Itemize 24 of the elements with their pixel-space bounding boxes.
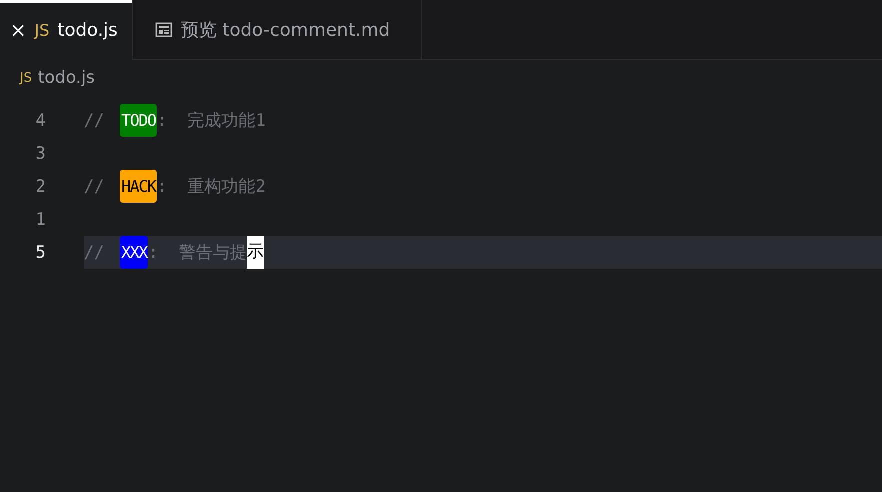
editor-tab[interactable]: 预览 todo-comment.md — [132, 0, 422, 60]
comment-slashes: // — [84, 176, 104, 196]
comment-text: : 完成功能1 — [157, 110, 266, 132]
tab-label: 预览 todo-comment.md — [180, 18, 390, 42]
comment-text: : 重构功能2 — [157, 176, 266, 198]
js-file-icon: JS — [34, 20, 50, 40]
comment-slashes: // — [84, 242, 104, 262]
comment-tag: XXX — [120, 236, 148, 269]
text-cursor: 示 — [247, 236, 264, 269]
comment-tag: TODO — [120, 104, 158, 137]
comment-slashes: // — [84, 110, 104, 130]
breadcrumb-item[interactable]: todo.js — [38, 68, 96, 88]
tab-label: todo.js — [58, 20, 118, 40]
comment-tag: HACK — [120, 170, 158, 203]
line-number: 1 — [36, 210, 46, 230]
line-number: 4 — [36, 110, 46, 130]
line-number: 2 — [36, 176, 46, 196]
editor-tab[interactable]: × JS todo.js — [0, 0, 133, 60]
line-number: 5 — [36, 242, 46, 262]
close-icon[interactable]: × — [10, 18, 27, 42]
preview-icon — [154, 20, 173, 38]
js-file-icon: JS — [20, 70, 32, 86]
comment-text: : 警告与提 — [148, 242, 248, 264]
line-number: 3 — [36, 144, 46, 164]
